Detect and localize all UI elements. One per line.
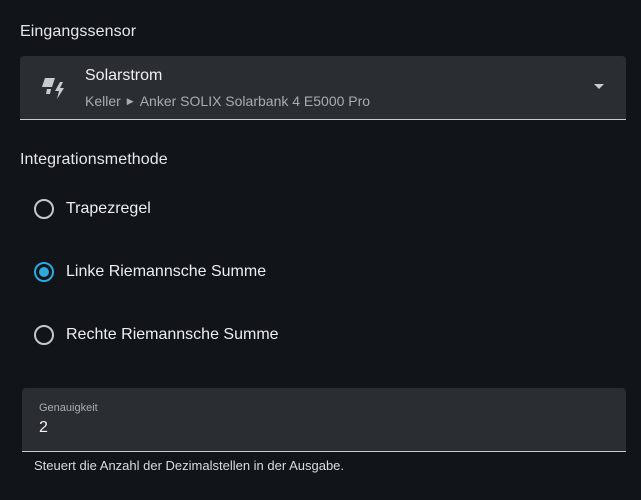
precision-value[interactable]: 2	[39, 419, 48, 437]
input-sensor-heading: Eingangssensor	[20, 23, 137, 40]
precision-field[interactable]: Genauigkeit 2	[22, 388, 626, 452]
chevron-right-icon: ▶	[126, 96, 134, 106]
entity-path: Keller ▶ Anker SOLIX Solarbank 4 E5000 Pro	[85, 93, 370, 109]
radio-label: Trapezregel	[66, 200, 151, 217]
radio-button-selected[interactable]	[34, 262, 54, 282]
solar-power-icon	[42, 74, 70, 102]
radio-option-right-riemann[interactable]: Rechte Riemannsche Summe	[34, 322, 279, 348]
radio-label: Linke Riemannsche Summe	[66, 263, 267, 280]
precision-helper-text: Steuert die Anzahl der Dezimalstellen in…	[34, 458, 345, 473]
entity-device: Anker SOLIX Solarbank 4 E5000 Pro	[139, 93, 371, 109]
integration-helper-form: Eingangssensor Solarstrom Keller ▶ Anker S…	[0, 0, 641, 500]
radio-option-trapezregel[interactable]: Trapezregel	[34, 196, 151, 222]
radio-option-left-riemann[interactable]: Linke Riemannsche Summe	[34, 259, 266, 285]
integration-method-heading: Integrationsmethode	[20, 151, 168, 168]
entity-area: Keller	[85, 93, 121, 109]
radio-label: Rechte Riemannsche Summe	[66, 326, 279, 343]
precision-label: Genauigkeit	[39, 402, 98, 414]
radio-button[interactable]	[34, 325, 54, 345]
dropdown-arrow-icon[interactable]	[594, 84, 604, 89]
entity-picker[interactable]: Solarstrom Keller ▶ Anker SOLIX Solarbank …	[20, 56, 626, 120]
entity-name: Solarstrom	[85, 67, 163, 84]
radio-button[interactable]	[34, 199, 54, 219]
